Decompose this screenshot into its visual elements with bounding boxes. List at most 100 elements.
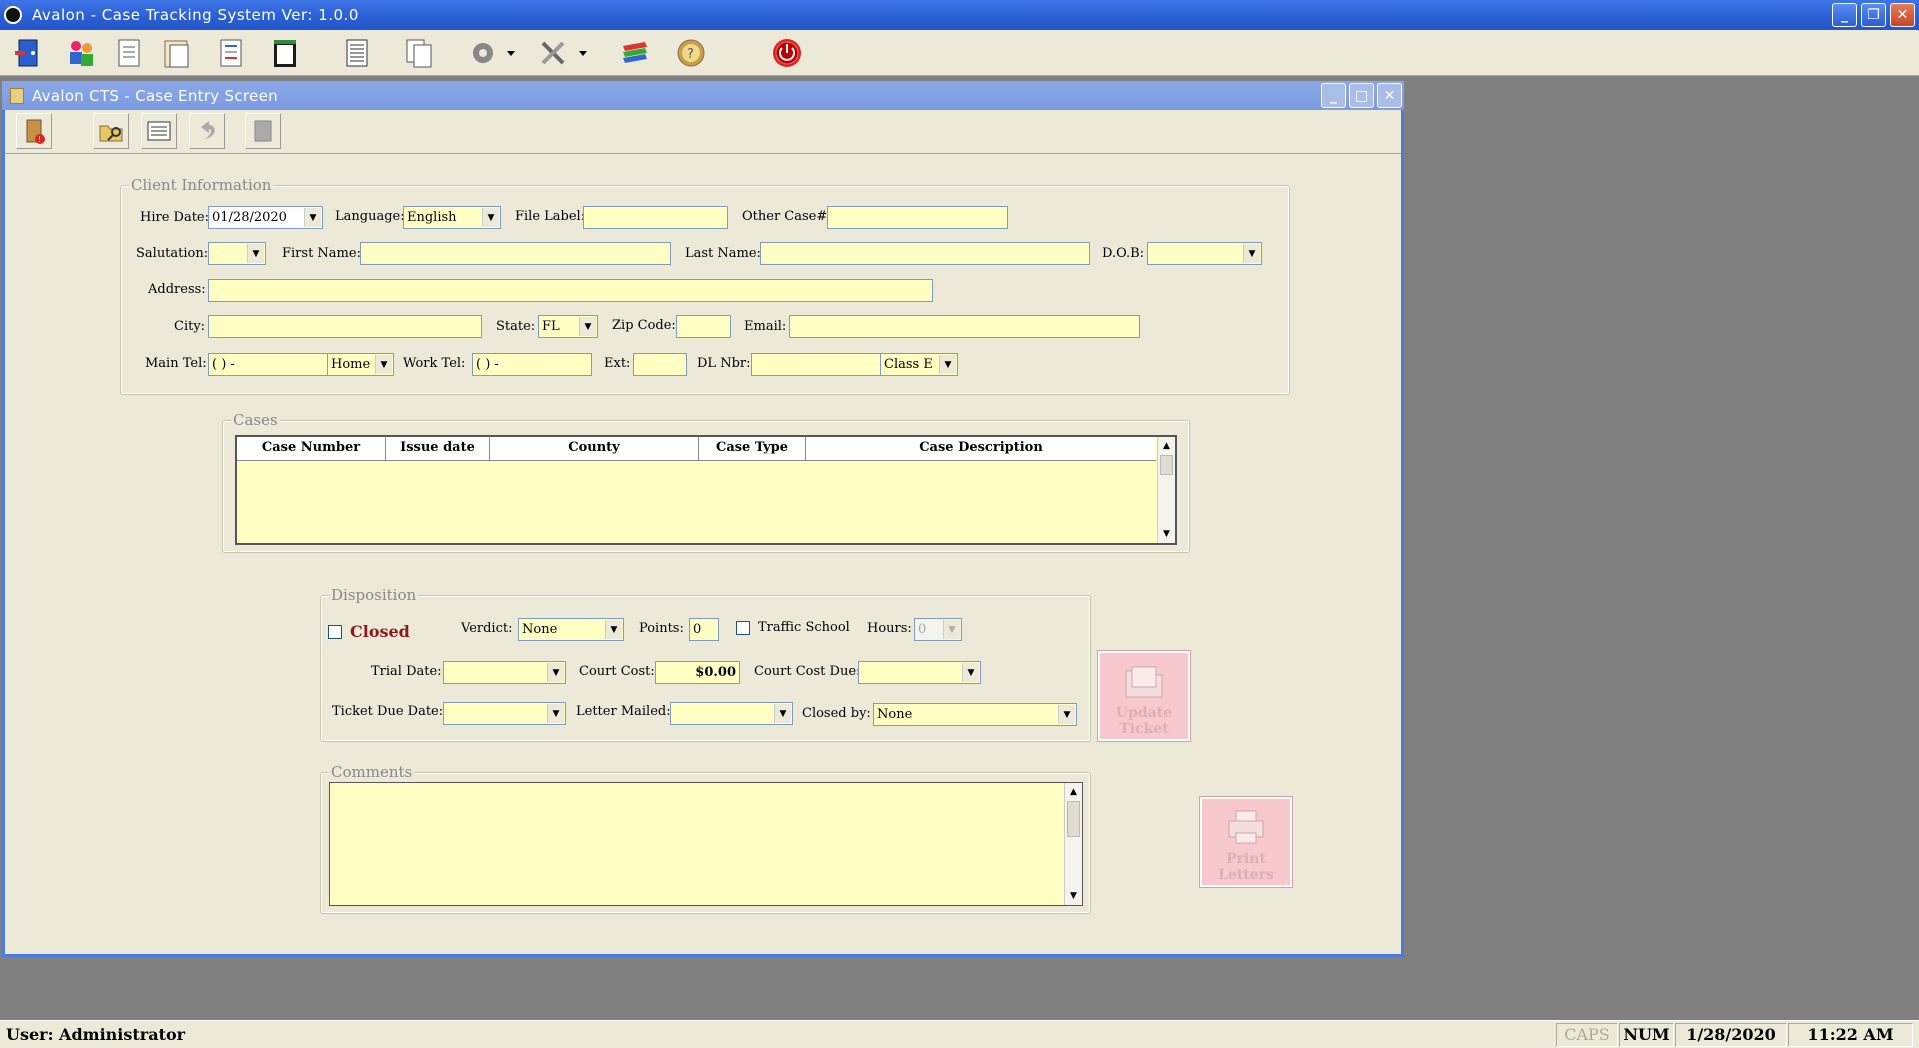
child-window-controls: _ □ ✕ [1321,83,1402,108]
work-tel-input[interactable]: ( ) - [472,353,592,376]
layers-button[interactable] [616,34,654,72]
hours-select[interactable]: 0 ▼ [914,618,962,641]
print-letters-line2: Letters [1218,867,1274,883]
state-select[interactable]: FL ▼ [538,315,598,338]
list-form-button[interactable] [141,113,177,149]
trial-date-picker[interactable]: ▼ [443,661,566,684]
verdict-label: Verdict: [461,621,513,636]
tools-button[interactable] [534,34,592,72]
scroll-up-icon[interactable]: ▲ [1065,783,1082,801]
cases-table-scrollbar[interactable]: ▲ ▼ [1157,437,1175,543]
column-header-case-number[interactable]: Case Number [237,437,386,461]
scroll-up-icon[interactable]: ▲ [1158,437,1175,455]
disposition-label: Disposition [329,586,419,604]
copy-documents-button[interactable] [400,34,438,72]
print-letters-button[interactable]: Print Letters [1199,796,1293,888]
ticket-due-date-picker[interactable]: ▼ [443,702,566,725]
chevron-down-icon[interactable]: ▼ [943,620,960,639]
comments-textarea[interactable]: ▲ ▼ [329,782,1083,906]
chevron-down-icon[interactable]: ▼ [1243,244,1260,263]
power-button[interactable] [768,34,806,72]
court-cost-due-picker[interactable]: ▼ [858,661,981,684]
hours-label: Hours: [867,621,912,636]
dob-picker[interactable]: ▼ [1147,242,1262,265]
chevron-down-icon[interactable]: ▼ [547,704,564,723]
closed-checkbox[interactable] [328,625,342,639]
points-input[interactable]: 0 [689,618,719,641]
chevron-down-icon[interactable]: ▼ [247,244,264,263]
letter-mailed-picker[interactable]: ▼ [670,702,793,725]
last-name-input[interactable] [760,242,1090,265]
exit-record-button[interactable]: ! [16,113,52,149]
main-tel-input[interactable]: ( ) - [208,353,328,376]
dob-label: D.O.B: [1102,246,1145,261]
column-header-case-description[interactable]: Case Description [806,437,1156,461]
close-button[interactable]: ✕ [1890,3,1915,27]
chevron-down-icon[interactable]: ▼ [774,704,791,723]
ext-input[interactable] [633,353,687,376]
scroll-thumb[interactable] [1067,801,1080,837]
clipboard-button[interactable] [158,34,196,72]
open-folder-icon [99,125,123,142]
settings-button[interactable] [462,34,520,72]
address-input[interactable] [208,279,933,302]
hire-date-picker[interactable]: 01/28/2020 ▼ [208,206,323,229]
exit-door-button[interactable] [8,34,46,72]
comments-scrollbar[interactable]: ▲ ▼ [1064,783,1082,905]
column-header-county[interactable]: County [490,437,699,461]
column-header-issue-date[interactable]: Issue date [386,437,490,461]
undo-button[interactable] [189,113,225,149]
help-button[interactable]: ? [672,34,710,72]
chevron-down-icon[interactable]: ▼ [547,663,564,682]
chevron-down-icon[interactable]: ▼ [962,663,979,682]
dl-number-input[interactable] [751,353,881,376]
language-select[interactable]: English ▼ [403,206,501,229]
verdict-value: None [522,622,558,637]
chevron-down-icon[interactable]: ▼ [1058,705,1075,724]
scroll-thumb[interactable] [1160,455,1173,475]
main-tel-type-select[interactable]: Home ▼ [327,353,394,376]
verdict-select[interactable]: None ▼ [518,618,624,641]
minimize-button[interactable]: _ [1832,3,1857,27]
restore-button[interactable]: ❐ [1861,3,1886,27]
notepad-button[interactable] [266,34,304,72]
column-header-case-type[interactable]: Case Type [699,437,806,461]
child-maximize-button[interactable]: □ [1349,83,1374,108]
chevron-down-icon[interactable]: ▼ [605,620,622,639]
first-name-input[interactable] [360,242,671,265]
checklist-button[interactable] [212,34,250,72]
chevron-down-icon[interactable]: ▼ [939,355,956,374]
letter-mailed-label: Letter Mailed: [576,704,671,719]
chevron-down-icon[interactable]: ▼ [375,355,392,374]
file-label-input[interactable] [583,206,728,229]
document-button[interactable] [110,34,148,72]
salutation-label: Salutation: [136,246,209,261]
file-label-label: File Label: [515,209,586,224]
update-ticket-button[interactable]: Update Ticket [1097,650,1191,742]
open-folder-button[interactable] [93,113,129,149]
city-input[interactable] [208,315,482,338]
scroll-down-icon[interactable]: ▼ [1065,887,1082,905]
other-case-input[interactable] [827,206,1008,229]
scroll-down-icon[interactable]: ▼ [1158,525,1175,543]
users-icon [70,41,93,66]
blank-page-button[interactable] [245,113,281,149]
chevron-down-icon[interactable]: ▼ [482,208,499,227]
report-button[interactable] [338,34,376,72]
cases-table[interactable]: Case Number Issue date County Case Type … [235,435,1177,545]
chevron-down-icon[interactable]: ▼ [304,208,321,227]
document-window-icon [10,87,24,104]
closed-by-select[interactable]: None ▼ [873,703,1077,726]
app-title-bar: Avalon - Case Tracking System Ver: 1.0.0… [0,0,1919,30]
dl-class-select[interactable]: Class E ▼ [880,353,958,376]
chevron-down-icon[interactable]: ▼ [579,317,596,336]
traffic-school-checkbox[interactable] [736,621,750,635]
court-cost-input[interactable]: $0.00 [655,661,740,684]
child-minimize-button[interactable]: _ [1321,83,1346,108]
child-close-button[interactable]: ✕ [1377,83,1402,108]
email-input[interactable] [789,315,1140,338]
salutation-select[interactable]: ▼ [208,242,266,265]
case-toolbar: ! [5,110,1401,154]
zip-code-input[interactable] [676,315,731,338]
users-button[interactable] [62,34,100,72]
